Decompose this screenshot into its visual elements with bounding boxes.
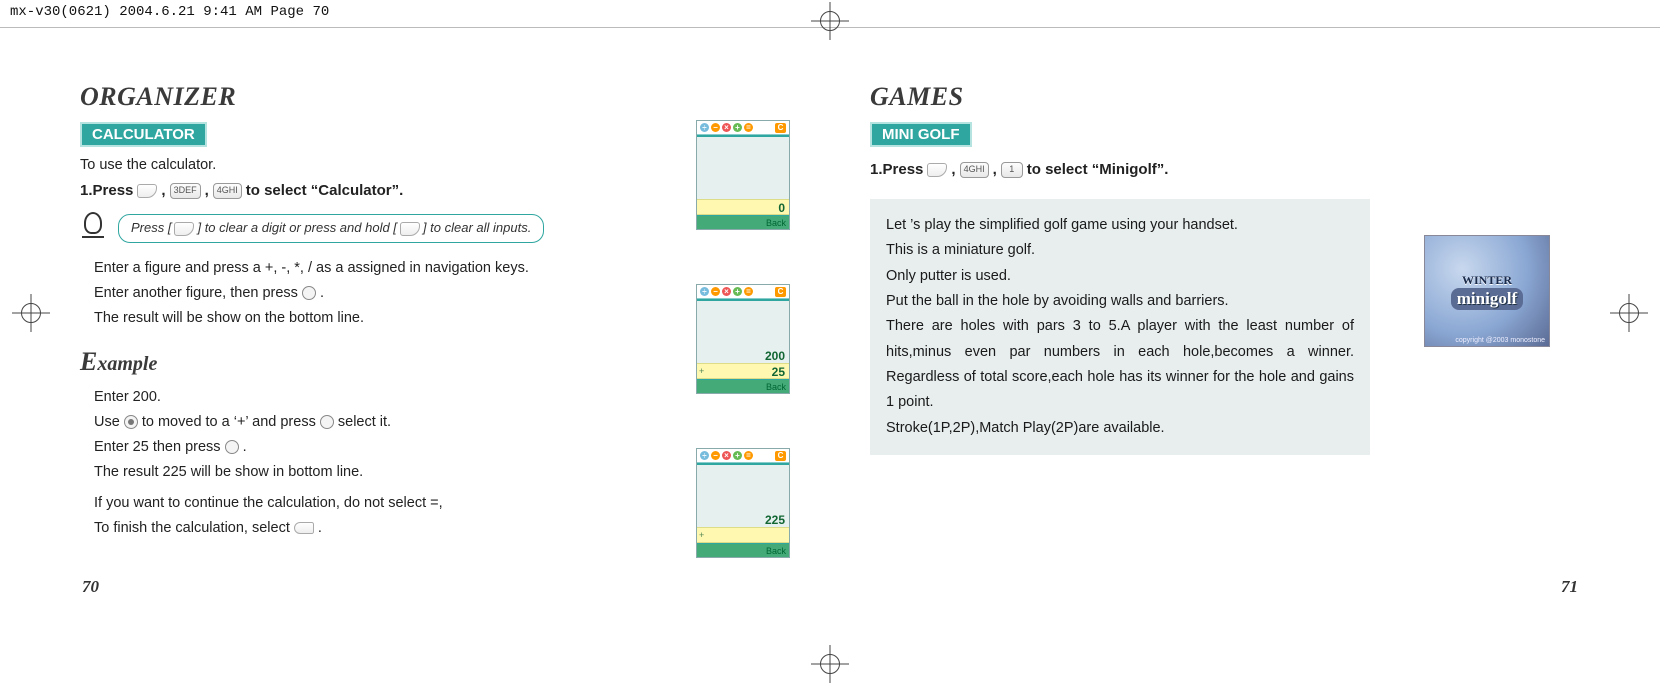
calc-back-3: Back bbox=[697, 543, 789, 557]
thumb-top: WINTER bbox=[1462, 273, 1512, 288]
page-right: GAMES MINI GOLF 1.Press , 4GHI, 1 to sel… bbox=[860, 60, 1590, 595]
minus-icon: − bbox=[711, 451, 720, 460]
calc-shot-2: ÷ − × + = C 200 25 + Back bbox=[696, 284, 790, 394]
minigolf-thumbnail: WINTER minigolf copyright @2003 monoston… bbox=[1424, 235, 1550, 347]
nav-direction-icon bbox=[124, 415, 138, 429]
key-4-icon: 4GHI bbox=[213, 183, 242, 199]
calc3-op: + bbox=[697, 527, 789, 543]
minigolf-info-panel: Let ’s play the simplified golf game usi… bbox=[870, 199, 1370, 455]
ex-1: Enter 200. bbox=[94, 387, 790, 408]
multiply-icon: × bbox=[722, 451, 731, 460]
tip-p1: Press [ bbox=[131, 219, 171, 238]
minus-icon: − bbox=[711, 287, 720, 296]
ex-2: Use to moved to a ‘+’ and press select i… bbox=[94, 412, 790, 433]
thumb-main: minigolf bbox=[1451, 288, 1523, 310]
nav-ok-icon bbox=[320, 415, 334, 429]
divide-icon: ÷ bbox=[700, 123, 709, 132]
nav-ok-icon bbox=[302, 286, 316, 300]
equals-icon: = bbox=[744, 451, 753, 460]
panel-l6: Stroke(1P,2P),Match Play(2P)are availabl… bbox=[886, 416, 1354, 441]
page-title-right: GAMES bbox=[870, 82, 1580, 112]
section-calculator: CALCULATOR bbox=[80, 122, 207, 147]
panel-l3: Only putter is used. bbox=[886, 264, 1354, 289]
divide-icon: ÷ bbox=[700, 451, 709, 460]
panel-l1: Let ’s play the simplified golf game usi… bbox=[886, 213, 1354, 238]
plus-icon: + bbox=[733, 451, 742, 460]
page-number-left: 70 bbox=[82, 577, 99, 597]
calc-screenshots: ÷ − × + = C 0 Back ÷ − × bbox=[696, 120, 790, 558]
step1-prefix: 1.Press bbox=[80, 180, 133, 202]
tip-bubble: Press [ ] to clear a digit or press and … bbox=[118, 214, 544, 243]
equals-icon: = bbox=[744, 287, 753, 296]
page-number-right: 71 bbox=[1561, 577, 1578, 597]
plus-icon: + bbox=[733, 287, 742, 296]
panel-l2: This is a miniature golf. bbox=[886, 238, 1354, 263]
registration-mark-top bbox=[817, 8, 843, 34]
clear-icon: C bbox=[775, 123, 786, 133]
softkey-icon bbox=[137, 184, 157, 198]
lightbulb-icon bbox=[80, 212, 108, 246]
golf-step1-prefix: 1.Press bbox=[870, 159, 923, 181]
calc-back-2: Back bbox=[697, 379, 789, 393]
section-minigolf: MINI GOLF bbox=[870, 122, 972, 147]
softkey-icon bbox=[927, 163, 947, 177]
calc3-value: 225 bbox=[765, 513, 785, 527]
golf-step1-suffix: to select “Minigolf”. bbox=[1027, 159, 1169, 181]
thumb-copyright: copyright @2003 monostone bbox=[1455, 337, 1545, 344]
page-left: ORGANIZER CALCULATOR To use the calculat… bbox=[70, 60, 800, 595]
calc1-value: 0 bbox=[778, 201, 785, 215]
softkey-icon bbox=[400, 222, 420, 236]
key-1-icon: 1 bbox=[1001, 162, 1023, 178]
registration-mark-left bbox=[18, 300, 44, 326]
calc-step1: 1.Press , 3DEF, 4GHI to select “Calculat… bbox=[80, 180, 790, 202]
plus-icon: + bbox=[733, 123, 742, 132]
clear-icon: C bbox=[775, 287, 786, 297]
step1-suffix: to select “Calculator”. bbox=[246, 180, 404, 202]
multiply-icon: × bbox=[722, 123, 731, 132]
clear-icon: C bbox=[775, 451, 786, 461]
calc-shot-3: ÷ − × + = C 225 + Back bbox=[696, 448, 790, 558]
calc-back-1: Back bbox=[697, 215, 789, 229]
tip-p2: ] to clear a digit or press and hold [ bbox=[197, 219, 396, 238]
key-3-icon: 3DEF bbox=[170, 183, 201, 199]
ex-5: If you want to continue the calculation,… bbox=[94, 493, 790, 514]
end-key-icon bbox=[294, 522, 314, 534]
divide-icon: ÷ bbox=[700, 287, 709, 296]
panel-l5: There are holes with pars 3 to 5.A playe… bbox=[886, 314, 1354, 416]
ex-6: To finish the calculation, select . bbox=[94, 518, 790, 539]
panel-l4: Put the ball in the hole by avoiding wal… bbox=[886, 289, 1354, 314]
page-title-left: ORGANIZER bbox=[80, 82, 790, 112]
example-heading: EExamplexample bbox=[80, 343, 790, 381]
registration-mark-right bbox=[1616, 300, 1642, 326]
instr-1: Enter a figure and press a +, -, *, / as… bbox=[94, 258, 790, 279]
key-4-icon: 4GHI bbox=[960, 162, 989, 178]
tip-p3: ] to clear all inputs. bbox=[423, 219, 531, 238]
ex-4: The result 225 will be show in bottom li… bbox=[94, 462, 790, 483]
instr-3: The result will be show on the bottom li… bbox=[94, 308, 790, 329]
calc-intro: To use the calculator. bbox=[80, 155, 790, 176]
equals-icon: = bbox=[744, 123, 753, 132]
calc2-line1: 200 bbox=[765, 349, 785, 363]
golf-step1: 1.Press , 4GHI, 1 to select “Minigolf”. bbox=[870, 159, 1580, 181]
calc2-line2: 25 bbox=[772, 365, 785, 379]
multiply-icon: × bbox=[722, 287, 731, 296]
instr-2: Enter another figure, then press . bbox=[94, 283, 790, 304]
tip-row: Press [ ] to clear a digit or press and … bbox=[80, 212, 790, 246]
calc-shot-1: ÷ − × + = C 0 Back bbox=[696, 120, 790, 230]
minus-icon: − bbox=[711, 123, 720, 132]
softkey-icon bbox=[174, 222, 194, 236]
ex-3: Enter 25 then press . bbox=[94, 437, 790, 458]
nav-ok-icon bbox=[225, 440, 239, 454]
registration-mark-bottom bbox=[817, 651, 843, 677]
